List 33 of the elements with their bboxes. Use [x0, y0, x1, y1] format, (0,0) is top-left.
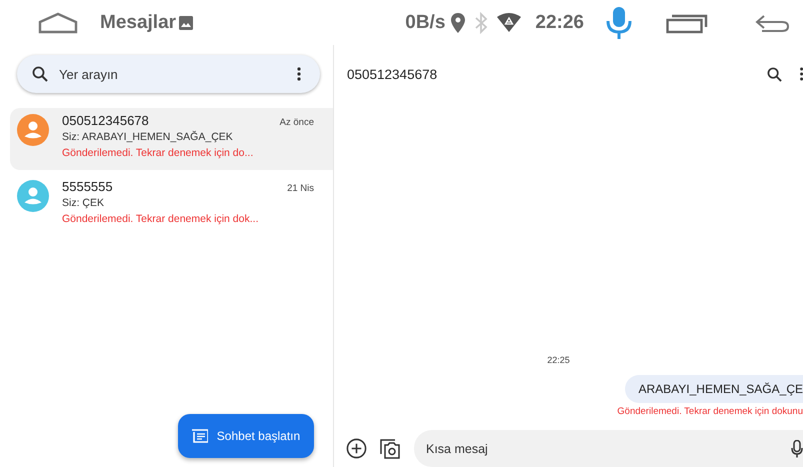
more-icon[interactable] — [297, 67, 301, 81]
conversation-item[interactable]: 5555555 21 Nis Siz: ÇEK Gönderilemedi. Tekrar denemek için dok... — [10, 174, 333, 236]
add-icon[interactable] — [346, 438, 367, 459]
camera-icon[interactable] — [380, 438, 400, 458]
error-text[interactable]: Gönderilemedi. Tekrar denemek için dokunu — [617, 406, 803, 417]
chat-title: 050512345678 — [347, 66, 438, 82]
message-time: 21 Nis — [287, 183, 314, 194]
message-icon — [192, 429, 208, 443]
microphone-icon[interactable] — [791, 440, 803, 458]
location-icon — [451, 12, 466, 32]
start-chat-button[interactable]: Sohbet başlatın — [178, 414, 314, 458]
image-icon — [178, 14, 194, 30]
home-icon[interactable] — [38, 12, 78, 34]
message-field[interactable]: Kısa mesaj — [414, 430, 803, 467]
back-icon[interactable] — [754, 12, 790, 32]
message-snippet: Siz: ARABAYI_HEMEN_SAĞA_ÇEK — [62, 131, 234, 143]
search-icon[interactable] — [32, 66, 48, 82]
network-speed: 0B/s — [405, 12, 446, 34]
message-snippet: Siz: ÇEK — [62, 197, 106, 209]
wifi-icon — [497, 12, 522, 32]
more-icon[interactable] — [800, 67, 803, 81]
search-field[interactable]: Yer arayın — [17, 55, 320, 93]
app-title: Mesajlar — [100, 12, 176, 34]
conversation-item[interactable]: 050512345678 Az önce Siz: ARABAYI_HEMEN_SAĞA_ÇEK Gönderilemedi. Tekrar denemek için do... — [10, 108, 333, 170]
message-time: Az önce — [280, 117, 314, 128]
message-timestamp: 22:25 — [546, 355, 571, 365]
clock: 22:26 — [535, 12, 584, 34]
contact-name: 050512345678 — [62, 113, 149, 128]
search-icon[interactable] — [767, 66, 782, 82]
message-bubble: ARABAYI_HEMEN_SAĞA_ÇE — [625, 375, 803, 403]
contact-name: 5555555 — [62, 179, 113, 194]
error-text: Gönderilemedi. Tekrar denemek için dok... — [62, 213, 260, 225]
error-text: Gönderilemedi. Tekrar denemek için do... — [62, 147, 254, 159]
